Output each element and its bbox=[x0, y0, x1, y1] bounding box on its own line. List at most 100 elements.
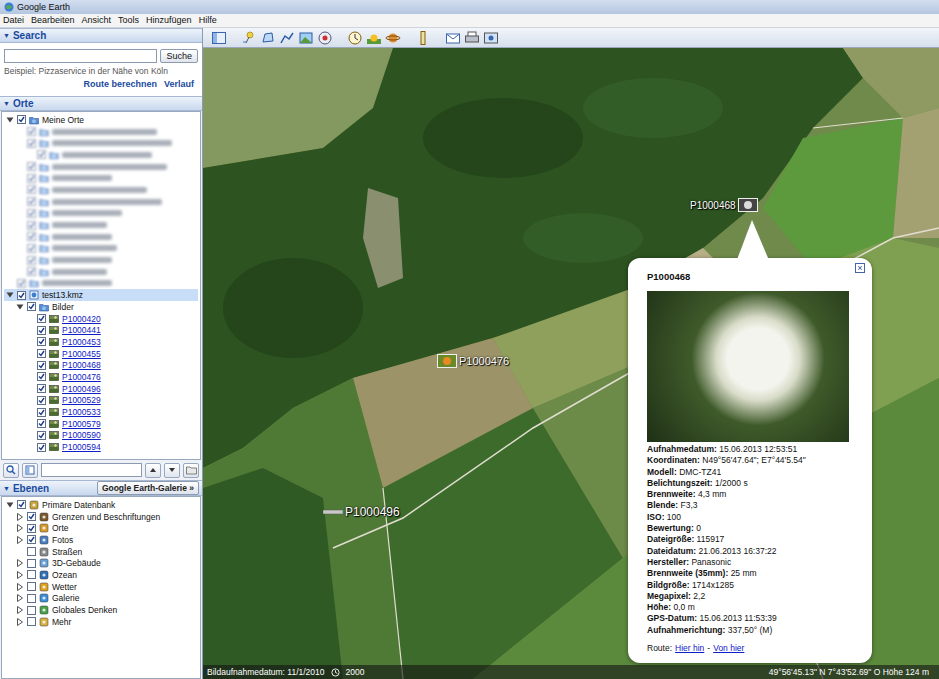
checkbox[interactable] bbox=[27, 606, 36, 615]
tree-row[interactable]: test13.kmz bbox=[4, 289, 198, 301]
image-icon[interactable] bbox=[483, 30, 499, 46]
folder-button[interactable] bbox=[183, 463, 199, 478]
tree-row[interactable]: P1000496 bbox=[4, 383, 198, 395]
search-input[interactable] bbox=[4, 49, 157, 63]
polygon-icon[interactable] bbox=[260, 30, 276, 46]
tree-row[interactable]: Ozean bbox=[4, 569, 198, 581]
checkbox[interactable] bbox=[27, 524, 36, 533]
checkbox[interactable] bbox=[27, 617, 36, 626]
search-button[interactable]: Suche bbox=[160, 49, 198, 63]
tree-row[interactable]: P1000476 bbox=[4, 371, 198, 383]
tree-row[interactable]: Fotos bbox=[4, 534, 198, 546]
checkbox[interactable] bbox=[17, 115, 26, 124]
tree-label[interactable]: P1000590 bbox=[62, 430, 101, 440]
expand-icon[interactable] bbox=[16, 513, 24, 521]
checkbox[interactable] bbox=[27, 547, 36, 556]
sidebar-icon[interactable] bbox=[211, 30, 227, 46]
ruler-icon[interactable] bbox=[415, 30, 431, 46]
photo-pin[interactable]: P1000496 bbox=[323, 505, 400, 519]
tree-label[interactable]: P1000453 bbox=[62, 337, 101, 347]
blurred-place-row[interactable] bbox=[4, 149, 198, 161]
tree-row[interactable]: Galerie bbox=[4, 593, 198, 605]
tree-row[interactable]: Mehr bbox=[4, 616, 198, 628]
checkbox[interactable] bbox=[37, 419, 46, 428]
expand-icon[interactable] bbox=[16, 559, 24, 567]
tree-row[interactable]: P1000579 bbox=[4, 418, 198, 430]
blurred-place-row[interactable] bbox=[4, 196, 198, 208]
blurred-place-row[interactable] bbox=[4, 231, 198, 243]
blurred-place-row[interactable] bbox=[4, 243, 198, 255]
checkbox[interactable] bbox=[27, 244, 36, 253]
checkbox[interactable] bbox=[17, 279, 26, 288]
blurred-place-row[interactable] bbox=[4, 219, 198, 231]
tree-row[interactable]: P1000529 bbox=[4, 395, 198, 407]
menu-item[interactable]: Ansicht bbox=[80, 14, 117, 27]
gallery-button[interactable]: Google Earth-Galerie » bbox=[97, 481, 199, 495]
expand-icon[interactable] bbox=[16, 583, 24, 591]
checkbox[interactable] bbox=[27, 232, 36, 241]
checkbox[interactable] bbox=[27, 559, 36, 568]
tree-row[interactable]: Globales Denken bbox=[4, 604, 198, 616]
tree-label[interactable]: 3D-Gebäude bbox=[52, 558, 101, 568]
tree-label[interactable]: Meine Orte bbox=[42, 115, 84, 125]
layers-header[interactable]: ▼EbenenGoogle Earth-Galerie » bbox=[0, 480, 202, 496]
tree-label[interactable]: Galerie bbox=[52, 593, 79, 603]
tree-row[interactable]: P1000590 bbox=[4, 430, 198, 442]
tree-label[interactable]: P1000476 bbox=[62, 372, 101, 382]
tree-row[interactable]: P1000441 bbox=[4, 324, 198, 336]
tree-row[interactable]: Straßen bbox=[4, 546, 198, 558]
checkbox[interactable] bbox=[37, 150, 46, 159]
tree-label[interactable]: test13.kmz bbox=[42, 290, 83, 300]
move-down-button[interactable] bbox=[164, 463, 180, 478]
tree-row[interactable]: P1000420 bbox=[4, 313, 198, 325]
checkbox[interactable] bbox=[37, 361, 46, 370]
menu-item[interactable]: Hinzufügen bbox=[144, 14, 197, 27]
blurred-place-row[interactable] bbox=[4, 161, 198, 173]
pin-label[interactable]: P1000468 bbox=[690, 200, 736, 211]
route-link[interactable]: Von hier bbox=[713, 643, 744, 653]
checkbox[interactable] bbox=[37, 349, 46, 358]
photo-thumbnail-icon[interactable] bbox=[738, 198, 758, 212]
checkbox[interactable] bbox=[27, 221, 36, 230]
checkbox[interactable] bbox=[37, 431, 46, 440]
checkbox[interactable] bbox=[27, 139, 36, 148]
tree-row[interactable]: P1000468 bbox=[4, 359, 198, 371]
search-link[interactable]: Verlauf bbox=[164, 79, 194, 89]
checkbox[interactable] bbox=[27, 594, 36, 603]
tree-label[interactable]: Globales Denken bbox=[52, 605, 117, 615]
checkbox[interactable] bbox=[27, 570, 36, 579]
checkbox[interactable] bbox=[27, 209, 36, 218]
panel-button[interactable] bbox=[22, 463, 38, 478]
collapse-icon[interactable] bbox=[6, 501, 14, 509]
search-header[interactable]: ▼Search bbox=[0, 28, 202, 43]
checkbox[interactable] bbox=[27, 127, 36, 136]
sun-icon[interactable] bbox=[366, 30, 382, 46]
tree-row[interactable]: Meine Orte bbox=[4, 114, 198, 126]
menu-item[interactable]: Tools bbox=[116, 14, 144, 27]
path-icon[interactable] bbox=[279, 30, 295, 46]
checkbox[interactable] bbox=[37, 408, 46, 417]
tree-row[interactable]: 3D-Gebäude bbox=[4, 557, 198, 569]
tree-label[interactable]: P1000420 bbox=[62, 314, 101, 324]
overlay-icon[interactable] bbox=[298, 30, 314, 46]
menu-item[interactable]: Bearbeiten bbox=[29, 14, 80, 27]
photo-pin[interactable]: P1000476 bbox=[437, 354, 509, 368]
photo-thumbnail-icon[interactable] bbox=[323, 505, 343, 519]
blurred-place-row[interactable] bbox=[4, 208, 198, 220]
checkbox[interactable] bbox=[27, 162, 36, 171]
blurred-place-row[interactable] bbox=[4, 254, 198, 266]
expand-icon[interactable] bbox=[16, 594, 24, 602]
checkbox[interactable] bbox=[27, 185, 36, 194]
menu-item[interactable]: Datei bbox=[1, 14, 29, 27]
photo-pin[interactable]: P1000468 bbox=[690, 198, 758, 212]
tree-row[interactable]: P1000455 bbox=[4, 348, 198, 360]
print-icon[interactable] bbox=[464, 30, 480, 46]
pin-label[interactable]: P1000496 bbox=[345, 505, 400, 519]
expand-icon[interactable] bbox=[16, 606, 24, 614]
tree-row[interactable]: P1000594 bbox=[4, 441, 198, 453]
expand-icon[interactable] bbox=[16, 571, 24, 579]
tree-row[interactable]: Grenzen und Beschriftungen bbox=[4, 511, 198, 523]
checkbox[interactable] bbox=[17, 500, 26, 509]
photo-thumbnail-icon[interactable] bbox=[437, 354, 457, 368]
checkbox[interactable] bbox=[37, 326, 46, 335]
